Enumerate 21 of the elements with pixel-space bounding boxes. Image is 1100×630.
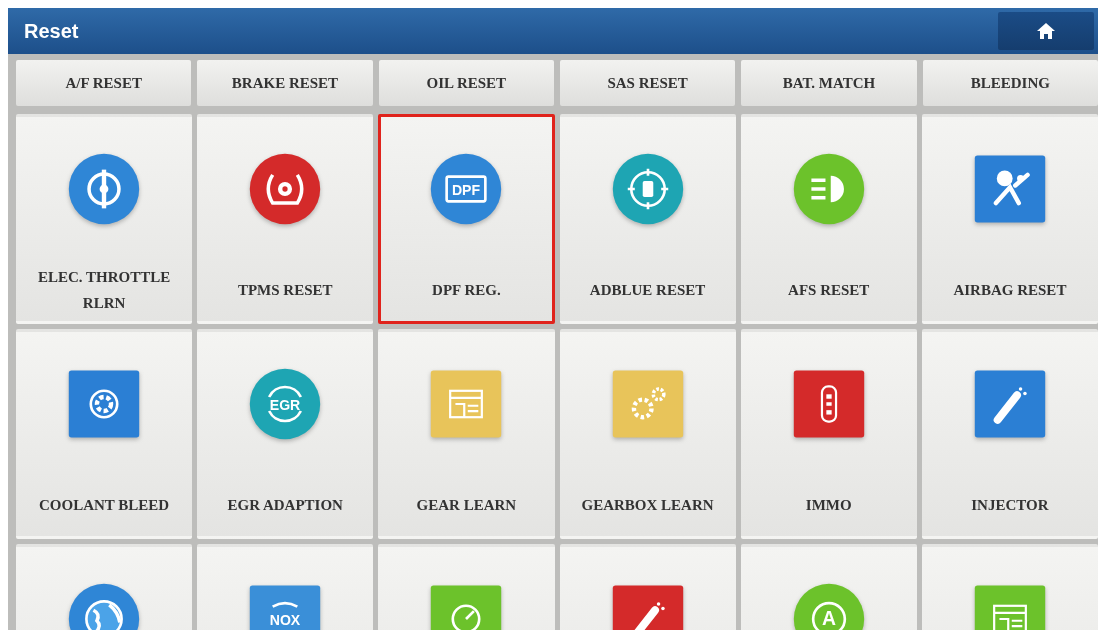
category-tab[interactable]: BRAKE RESET	[197, 60, 373, 106]
function-tile[interactable]: INJECTOR	[921, 329, 1098, 539]
window-title: Reset	[24, 19, 80, 43]
function-tile[interactable]: ELEC. THROTTLE RLRN	[16, 114, 193, 324]
function-tile[interactable]: TPMS RESET	[197, 114, 374, 324]
function-tile[interactable]: DPF DPF REG.	[378, 114, 555, 324]
home-icon	[1036, 21, 1056, 41]
function-tile[interactable]: IMMO	[740, 329, 917, 539]
function-tile[interactable]: EGR EGR ADAPTION	[197, 329, 374, 539]
category-tab[interactable]: SAS RESET	[560, 60, 736, 106]
function-tile[interactable]: COOLANT BLEED	[16, 329, 193, 539]
function-tile[interactable]: AIRBAG RESET	[921, 114, 1098, 324]
function-tile[interactable]: GEAR LEARN	[378, 329, 555, 539]
category-tab[interactable]: OIL RESET	[378, 60, 554, 106]
category-tab[interactable]: A/F RESET	[16, 60, 192, 106]
category-tab[interactable]: BAT. MATCH	[741, 60, 917, 106]
function-tile[interactable]: ADBLUE RESET	[559, 114, 736, 324]
home-button[interactable]	[998, 12, 1094, 50]
function-tile[interactable]: GEARBOX LEARN	[559, 329, 736, 539]
category-tab[interactable]: BLEEDING	[922, 60, 1098, 106]
function-tile[interactable]: AFS RESET	[740, 114, 917, 324]
